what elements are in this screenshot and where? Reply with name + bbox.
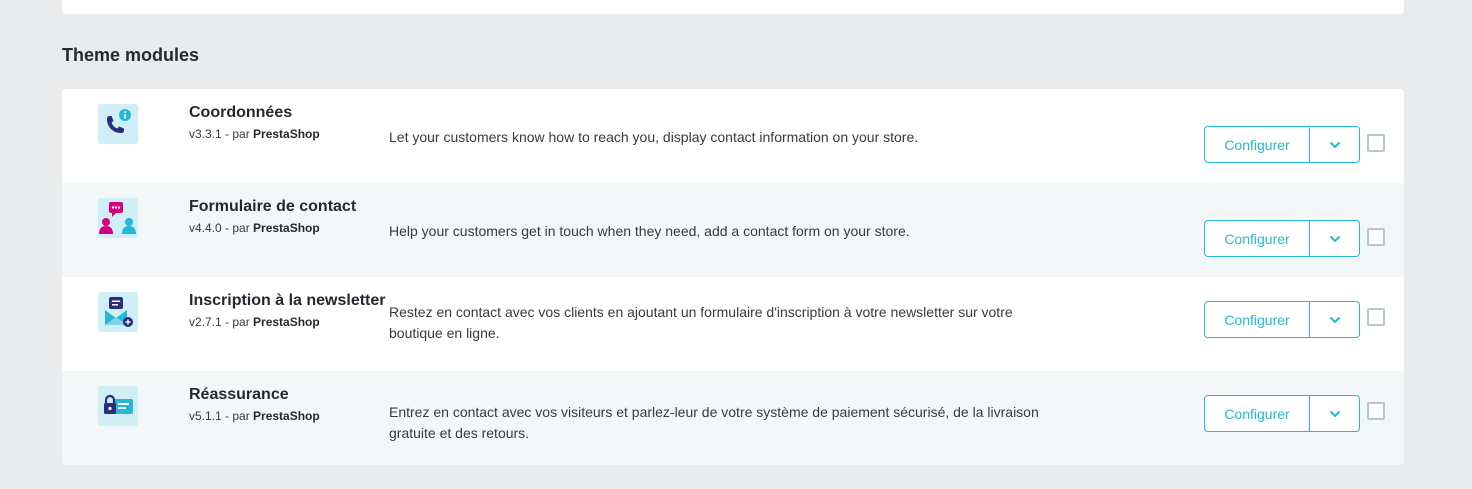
module-author: PrestaShop bbox=[253, 315, 320, 329]
module-version: v3.3.1 - par bbox=[189, 127, 254, 141]
newsletter-icon bbox=[98, 292, 138, 332]
module-row: Inscription à la newsletter v2.7.1 - par… bbox=[62, 277, 1404, 371]
chevron-down-icon bbox=[1329, 410, 1340, 417]
module-description: Help your customers get in touch when th… bbox=[389, 223, 910, 239]
module-name: Coordonnées bbox=[189, 104, 293, 121]
configure-button[interactable]: Configurer bbox=[1205, 302, 1310, 337]
module-list: Coordonnées v3.3.1 - par PrestaShop Let … bbox=[62, 89, 1404, 465]
module-row: Réassurance v5.1.1 - par PrestaShop Entr… bbox=[62, 371, 1404, 465]
configure-button[interactable]: Configurer bbox=[1205, 396, 1310, 431]
configure-button[interactable]: Configurer bbox=[1205, 127, 1310, 162]
chevron-down-icon bbox=[1329, 235, 1340, 242]
configure-button-group: Configurer bbox=[1204, 220, 1360, 257]
module-select-checkbox[interactable] bbox=[1367, 402, 1385, 420]
module-meta: v2.7.1 - par PrestaShop bbox=[189, 315, 320, 329]
module-meta: v3.3.1 - par PrestaShop bbox=[189, 127, 320, 141]
previous-card bbox=[62, 0, 1404, 14]
chevron-down-icon bbox=[1329, 141, 1340, 148]
dropdown-toggle-button[interactable] bbox=[1310, 221, 1359, 256]
configure-button-group: Configurer bbox=[1204, 301, 1360, 338]
lock-card-icon bbox=[98, 386, 138, 426]
section-title: Theme modules bbox=[62, 45, 200, 65]
configure-button-group: Configurer bbox=[1204, 395, 1360, 432]
module-author: PrestaShop bbox=[253, 127, 320, 141]
module-row: Formulaire de contact v4.4.0 - par Prest… bbox=[62, 183, 1404, 277]
module-meta: v5.1.1 - par PrestaShop bbox=[189, 409, 320, 423]
module-version: v2.7.1 - par bbox=[189, 315, 254, 329]
configure-button[interactable]: Configurer bbox=[1205, 221, 1310, 256]
module-author: PrestaShop bbox=[253, 409, 320, 423]
dropdown-toggle-button[interactable] bbox=[1310, 396, 1359, 431]
dropdown-toggle-button[interactable] bbox=[1310, 127, 1359, 162]
module-row: Coordonnées v3.3.1 - par PrestaShop Let … bbox=[62, 89, 1404, 183]
module-meta: v4.4.0 - par PrestaShop bbox=[189, 221, 320, 235]
dropdown-toggle-button[interactable] bbox=[1310, 302, 1359, 337]
module-version: v4.4.0 - par bbox=[189, 221, 254, 235]
module-name: Réassurance bbox=[189, 386, 289, 403]
configure-button-group: Configurer bbox=[1204, 126, 1360, 163]
module-description: Restez en contact avec vos clients en aj… bbox=[389, 304, 1013, 341]
module-version: v5.1.1 - par bbox=[189, 409, 254, 423]
module-description: Let your customers know how to reach you… bbox=[389, 129, 919, 145]
module-select-checkbox[interactable] bbox=[1367, 228, 1385, 246]
module-name: Inscription à la newsletter bbox=[189, 292, 386, 309]
phone-info-icon bbox=[98, 104, 138, 144]
module-author: PrestaShop bbox=[253, 221, 320, 235]
module-name: Formulaire de contact bbox=[189, 198, 357, 215]
contact-people-icon bbox=[98, 198, 138, 238]
module-description: Entrez en contact avec vos visiteurs et … bbox=[389, 404, 1039, 441]
module-select-checkbox[interactable] bbox=[1367, 308, 1385, 326]
chevron-down-icon bbox=[1329, 316, 1340, 323]
module-select-checkbox[interactable] bbox=[1367, 134, 1385, 152]
